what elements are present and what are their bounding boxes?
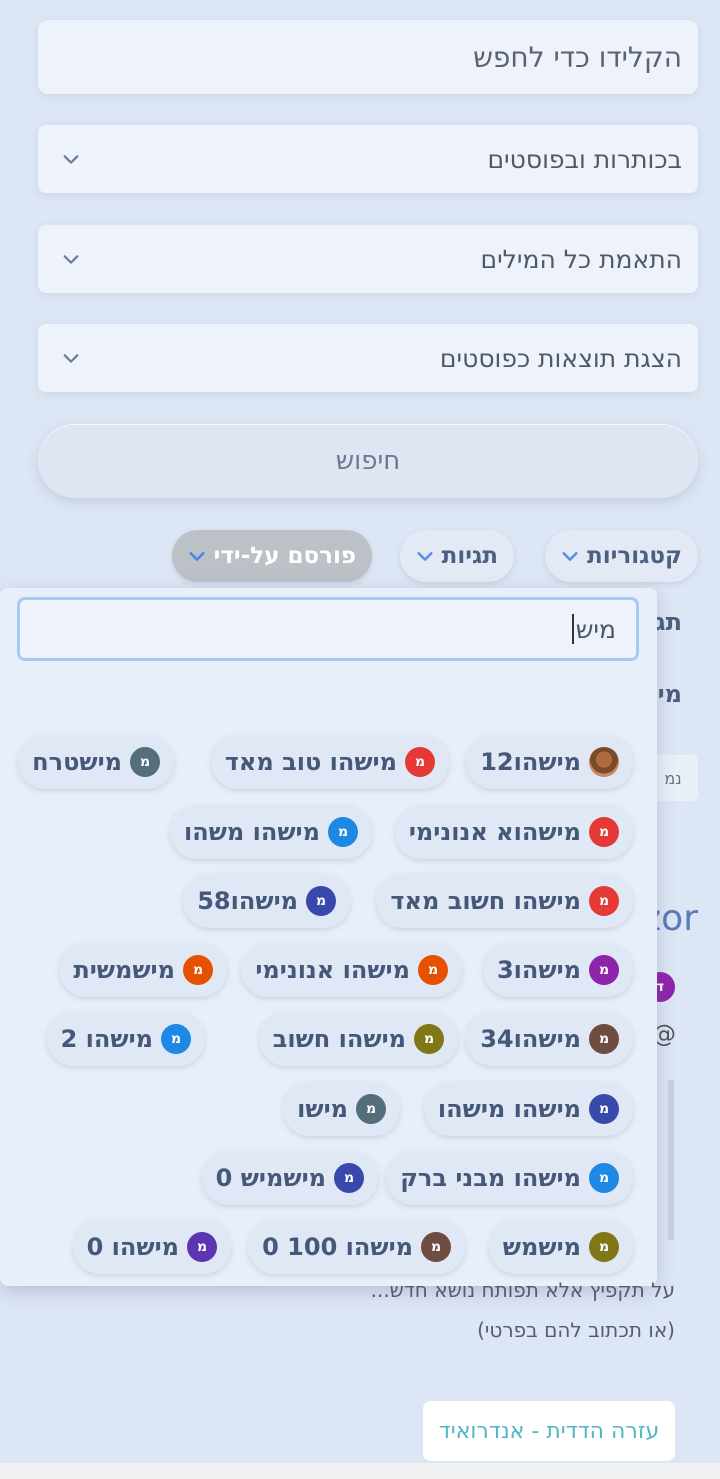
categories-filter[interactable]: קטגוריות [545,530,698,582]
user-chip[interactable]: מ מישהו 2 [46,1012,205,1066]
chevron-down-icon [62,150,80,168]
tags-filter[interactable]: תגיות [399,530,514,582]
user-chip[interactable]: מ מישהו אנונימי [241,943,462,997]
user-chip-name: מישהו טוב מאד [224,748,397,776]
user-avatar: מ [589,1163,619,1193]
user-chip[interactable]: מ מישהו מישהו [423,1082,633,1136]
user-search-input[interactable]: מיש [17,597,639,661]
user-chip[interactable]: מ מישו [283,1082,400,1136]
bg-fragment-1: תג [654,608,682,636]
user-chip-name: מישהו 0 [86,1233,179,1261]
user-avatar: מ [161,1024,191,1054]
user-chip[interactable]: מ מישמיש 0 [201,1151,378,1205]
tags-filter-label: תגיות [441,543,498,569]
user-chip[interactable]: מ מישהו מבני ברק [386,1151,633,1205]
footer-line-2: (או תכתוב להם בפרטי) [477,1318,675,1342]
search-button-label: חיפוש [335,446,401,476]
text-caret [571,614,574,644]
user-chip[interactable]: מ מישהוא אנונימי [394,805,633,859]
user-chip-name: מישטרח [32,748,122,776]
help-link-label: עזרה הדדית - אנדרואיד [438,1418,660,1444]
user-chip-name: מישהוא אנונימי [408,818,581,846]
user-chip[interactable]: מ מישהו חשוב [258,1012,458,1066]
user-chip-name: מישהו חשוב [272,1025,406,1053]
results-display-value: הצגת תוצאות כפוסטים [439,343,682,373]
user-avatar: מ [130,747,160,777]
search-button[interactable]: חיפוש [38,424,698,498]
user-chip-name: מישהו12 [480,748,581,776]
bg-fragment-2: מי [657,680,682,708]
user-avatar: מ [183,955,213,985]
user-chip-name: מישהו חשוב מאד [390,887,581,915]
user-chip[interactable]: מ מישהו58 [183,874,350,928]
user-avatar: מ [306,886,336,916]
chevron-down-icon [188,547,206,565]
user-chip-name: מישהו3 [496,956,581,984]
user-search-value: מיש [575,614,616,644]
user-chip-name: מישהו מישהו [437,1095,581,1123]
user-avatar: מ [589,1024,619,1054]
posted-by-filter[interactable]: פורסם על-ידי [171,530,372,582]
results-display-select[interactable]: הצגת תוצאות כפוסטים [38,324,698,392]
user-chip-name: מישהו 100 0 [262,1233,413,1261]
user-chip-name: מישמשית [73,956,175,984]
user-avatar: מ [421,1232,451,1262]
user-chip[interactable]: מ מישהו טוב מאד [210,735,449,789]
user-avatar: מ [414,1024,444,1054]
user-chip-name: מישהו 2 [60,1025,153,1053]
user-avatar: מ [589,955,619,985]
match-mode-select[interactable]: התאמת כל המילים [38,225,698,293]
user-avatar: מ [589,1232,619,1262]
user-chip[interactable]: מ מישמש [488,1220,633,1274]
user-avatar: מ [589,886,619,916]
user-chip[interactable]: מ מישהו חשוב מאד [376,874,633,928]
user-chip[interactable]: מ מישהו34 [466,1012,633,1066]
user-chip-name: מישמש [502,1233,581,1261]
user-chip-name: מישמיש 0 [215,1164,326,1192]
search-scope-value: בכותרות ובפוסטים [487,144,682,174]
bg-fragment-3-text: נמ [664,768,682,788]
user-avatar: מ [418,955,448,985]
user-chip[interactable]: מ מישטרח [18,735,174,789]
user-avatar: מ [589,817,619,847]
search-placeholder: הקלידו כדי לחפש [473,40,682,74]
match-mode-value: התאמת כל המילים [480,244,682,274]
footer-line-1: על תקפיץ אלא תפותח נושא חדש... [370,1278,675,1302]
user-avatar: מ [328,817,358,847]
search-input[interactable]: הקלידו כדי לחפש [38,20,698,94]
bottom-bar [0,1463,720,1479]
user-chip[interactable]: מ מישהו משהו [169,805,372,859]
user-chip-name: מישו [297,1095,348,1123]
chevron-down-icon [416,547,434,565]
user-chip-name: מישהו מבני ברק [400,1164,581,1192]
user-chip-name: מישהו משהו [183,818,320,846]
user-avatar: מ [334,1163,364,1193]
user-avatar: מ [356,1094,386,1124]
categories-filter-label: קטגוריות [587,543,682,569]
user-chip-name: מישהו58 [197,887,298,915]
user-chip-name: מישהו34 [480,1025,581,1053]
user-avatar: מ [187,1232,217,1262]
search-scope-select[interactable]: בכותרות ובפוסטים [38,125,698,193]
chevron-down-icon [62,250,80,268]
user-chip-name: מישהו אנונימי [255,956,410,984]
user-chip[interactable]: מ מישהו 0 [72,1220,231,1274]
chevron-down-icon [561,547,579,565]
user-chip[interactable]: מ מישהו3 [482,943,633,997]
chevron-down-icon [62,349,80,367]
user-avatar [589,747,619,777]
user-avatar: מ [589,1094,619,1124]
user-avatar: מ [405,747,435,777]
divider [668,1080,674,1240]
user-chip[interactable]: מ מישמשית [59,943,227,997]
user-chip[interactable]: מ מישהו 100 0 [248,1220,465,1274]
user-chip[interactable]: מישהו12 [466,735,633,789]
posted-by-filter-label: פורסם על-ידי [213,543,356,569]
help-link[interactable]: עזרה הדדית - אנדרואיד [423,1401,675,1461]
